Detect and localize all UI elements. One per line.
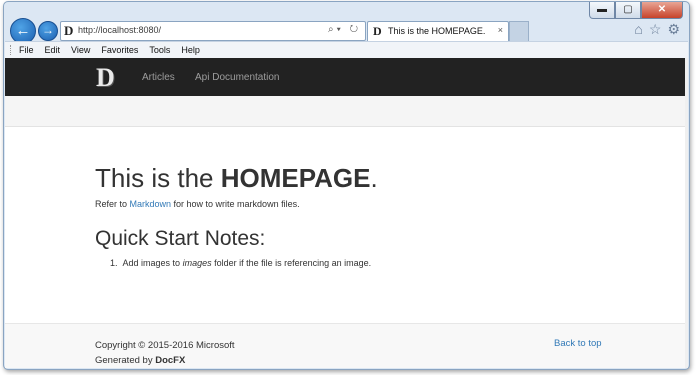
forward-button[interactable]: →	[38, 21, 58, 41]
address-url[interactable]: http://localhost:8080/	[78, 25, 161, 35]
tab-favicon-icon: D	[373, 24, 382, 38]
menu-grip	[10, 45, 14, 55]
menu-edit[interactable]: Edit	[45, 45, 61, 55]
list-item: 1. Add images to images folder if the fi…	[110, 258, 372, 268]
back-to-top-link[interactable]: Back to top	[554, 338, 602, 349]
site-navbar: D Articles Api Documentation	[5, 58, 688, 96]
menu-file[interactable]: File	[19, 45, 34, 55]
browser-window: ▬ ▢ ✕ ← → D http://localhost:8080/ ⌕▾ ↻ …	[3, 1, 690, 370]
markdown-link[interactable]: Markdown	[130, 199, 172, 209]
menu-view[interactable]: View	[71, 45, 90, 55]
section-heading: Quick Start Notes:	[95, 227, 266, 250]
vertical-scrollbar[interactable]	[685, 58, 688, 368]
site-footer: Copyright © 2015-2016 Microsoft Generate…	[5, 323, 688, 368]
minimize-button[interactable]: ▬	[589, 2, 615, 19]
search-refresh-icon[interactable]: ⌕▾ ↻	[328, 24, 361, 35]
intro-paragraph: Refer to Markdown for how to write markd…	[95, 199, 300, 209]
footer-copyright: Copyright © 2015-2016 Microsoft Generate…	[95, 340, 235, 366]
site-logo[interactable]: D	[96, 63, 115, 93]
menu-tools[interactable]: Tools	[149, 45, 170, 55]
menu-bar: File Edit View Favorites Tools Help	[5, 41, 688, 58]
site-favicon-icon: D	[64, 23, 74, 38]
article: This is the HOMEPAGE. Refer to Markdown …	[95, 163, 615, 268]
notes-list: 1. Add images to images folder if the fi…	[95, 258, 615, 268]
new-tab-button[interactable]	[509, 21, 529, 41]
tab-homepage[interactable]: D This is the HOMEPAGE. ×	[367, 21, 509, 41]
nav-api-documentation[interactable]: Api Documentation	[195, 72, 280, 83]
home-icon[interactable]: ⌂	[634, 21, 642, 38]
close-window-button[interactable]: ✕	[641, 2, 683, 19]
nav-articles[interactable]: Articles	[142, 72, 175, 83]
address-bar[interactable]: D http://localhost:8080/ ⌕▾ ↻	[60, 21, 366, 41]
page-content: D Articles Api Documentation This is the…	[5, 58, 688, 368]
menu-help[interactable]: Help	[181, 45, 200, 55]
browser-toolbar-right: ⌂ ☆ ⚙	[634, 21, 680, 38]
breadcrumb-bar	[5, 96, 688, 127]
maximize-button[interactable]: ▢	[615, 2, 641, 19]
window-controls: ▬ ▢ ✕	[589, 2, 683, 19]
menu-favorites[interactable]: Favorites	[101, 45, 138, 55]
favorites-icon[interactable]: ☆	[649, 21, 662, 38]
page-title: This is the HOMEPAGE.	[95, 163, 378, 193]
tab-close-icon[interactable]: ×	[498, 25, 503, 35]
tab-title: This is the HOMEPAGE.	[388, 26, 486, 36]
gear-icon[interactable]: ⚙	[667, 21, 680, 38]
